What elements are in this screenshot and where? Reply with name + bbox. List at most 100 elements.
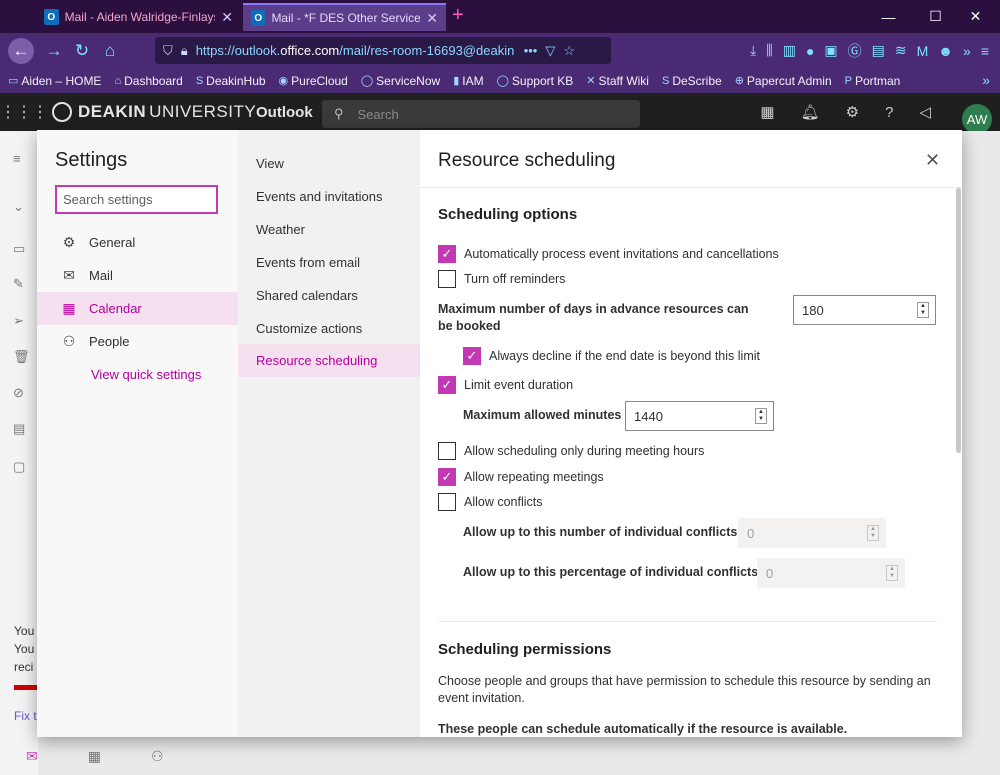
reload-icon[interactable]: ↻ [68,41,96,61]
my-day-icon[interactable]: ▦ [760,103,774,121]
background-link: Fix t [14,709,37,723]
maximize-button[interactable]: ☐ [913,0,958,33]
app-search-box[interactable]: ⚲ Search [322,100,640,128]
bookmark-item[interactable]: ◯ ServiceNow [361,74,440,88]
gear-icon[interactable]: ⚙ [846,103,859,121]
bookmark-star-icon[interactable]: ☆ [563,43,575,59]
extension-icon[interactable]: ☻ [938,43,953,59]
bookmark-item[interactable]: ◯ Support KB [497,74,574,88]
bookmark-item[interactable]: S DeScribe [662,74,722,88]
conflicts-count-stepper[interactable]: 0 ▲ ▼ [738,518,886,548]
chevron-down-icon: ⌄ [13,199,24,214]
subcategory-weather[interactable]: Weather [238,213,420,246]
bell-icon[interactable]: 🔔︎ [801,103,820,121]
category-people[interactable]: ⚇ People [37,325,238,358]
max-days-stepper[interactable]: 180 ▲ ▼ [793,295,936,325]
extension-icon[interactable]: M [917,43,929,59]
stepper-arrows-icon[interactable]: ▲ ▼ [867,525,879,541]
repeating-meetings-checkbox[interactable]: ✓ Allow repeating meetings [438,468,604,486]
back-arrow-icon[interactable]: ← [8,37,34,64]
overflow-icon[interactable]: » [963,43,971,59]
outlook-icon: O [251,10,266,26]
extension-icon[interactable]: ▣ [824,42,837,59]
background-text: You [14,642,35,656]
bookmark-item[interactable]: ▭ Aiden – HOME [8,74,101,88]
bookmark-item[interactable]: ▮ IAM [453,74,483,88]
meeting-hours-checkbox[interactable]: Allow scheduling only during meeting hou… [438,442,704,460]
checkbox-label: Allow conflicts [464,495,543,509]
category-label: Mail [89,268,113,283]
subcategory-view[interactable]: View [238,147,420,180]
download-icon[interactable]: ⤓ [750,42,756,59]
close-tab-icon[interactable]: ✕ [426,10,438,27]
feedback-icon[interactable]: ◁ [919,103,931,121]
calendar-icon: ▦ [62,300,76,316]
subcategory-resource-scheduling[interactable]: Resource scheduling [238,344,420,377]
bookmarks-overflow-icon[interactable]: » [982,72,990,88]
browser-tab-mail[interactable]: O Mail - Aiden Walridge-Finlayson ✕ [36,3,241,31]
extension-icon[interactable]: ▤ [872,42,885,59]
allow-conflicts-checkbox[interactable]: Allow conflicts [438,493,543,511]
view-quick-settings-link[interactable]: View quick settings [91,367,201,382]
extension-icon[interactable]: ● [806,43,814,59]
avatar[interactable]: AW [962,104,992,134]
checkbox-box: ✓ [438,376,456,394]
home-icon[interactable]: ⌂ [96,41,124,61]
bookmark-item[interactable]: ◉ PureCloud [279,74,348,88]
checkbox-label: Automatically process event invitations … [464,247,779,261]
bookmark-item[interactable]: P Portman [845,74,901,88]
bookmarks-bar: ▭ Aiden – HOME ⌂ Dashboard S DeakinHub ◉ Pur… [0,68,1000,93]
scrollbar[interactable] [956,188,961,453]
close-tab-icon[interactable]: ✕ [221,9,233,26]
browser-tab-service-desk[interactable]: O Mail - *F DES Other Service Desk ✕ [243,3,446,31]
grammarly-icon[interactable]: Ⓖ [848,41,862,61]
limit-duration-checkbox[interactable]: ✓ Limit event duration [438,376,573,394]
globe-icon: ⊕ [734,75,744,87]
close-icon[interactable]: ✕ [925,150,940,171]
bookmark-item[interactable]: ⌂ Dashboard [114,74,182,88]
auto-process-checkbox[interactable]: ✓ Automatically process event invitation… [438,245,779,263]
people-icon: ⚇ [62,333,76,349]
category-general[interactable]: ⚙ General [37,226,238,259]
stepper-arrows-icon[interactable]: ▲ ▼ [886,565,898,581]
category-mail[interactable]: ✉ Mail [37,259,238,292]
lock-icon: 🔒︎ [180,42,188,58]
checkbox-box [438,493,456,511]
sidebar-icon[interactable]: ▥ [783,42,796,59]
subcategory-events-from-email[interactable]: Events from email [238,246,420,279]
header-icons: ▦ 🔔︎ ⚙ ? ◁ [747,93,944,131]
checkbox-label: Limit event duration [464,378,574,392]
turn-off-reminders-checkbox[interactable]: Turn off reminders [438,270,565,288]
pocket-icon[interactable]: ▽ [545,43,555,59]
category-calendar[interactable]: ▦ Calendar [37,292,238,325]
new-tab-button[interactable]: + [452,4,464,27]
pencil-icon: ✎ [13,276,24,291]
always-decline-checkbox[interactable]: ✓ Always decline if the end date is beyo… [463,347,760,365]
conflicts-percentage-stepper[interactable]: 0 ▲ ▼ [757,558,905,588]
max-minutes-stepper[interactable]: 1440 ▲ ▼ [625,401,774,431]
note-icon: ▢ [13,459,26,474]
stepper-arrows-icon[interactable]: ▲ ▼ [917,302,929,318]
menu-icon[interactable]: ≡ [981,43,989,59]
settings-search-input[interactable] [55,185,218,214]
settings-dialog: Settings ⚙ General ✉ Mail ▦ Calendar ⚇ P… [37,130,962,737]
bookmark-item[interactable]: ✕ Staff Wiki [586,74,649,88]
app-launcher-icon[interactable]: ⋮⋮⋮ [0,102,48,122]
app-name: Outlook [256,104,313,121]
subcategory-events-and-invitations[interactable]: Events and invitations [238,180,420,213]
browser-tab-bar: O Mail - Aiden Walridge-Finlayson ✕ O Ma… [0,0,1000,33]
bookmark-item[interactable]: S DeakinHub [196,74,266,88]
help-icon[interactable]: ? [885,104,893,121]
search-placeholder: Search [357,106,399,122]
bookmark-item[interactable]: ⊕ Papercut Admin [735,74,832,88]
library-icon[interactable]: ⫼ [766,42,772,59]
minimize-button[interactable]: — [866,0,911,33]
subcategory-shared-calendars[interactable]: Shared calendars [238,279,420,312]
forward-arrow-icon[interactable]: → [40,41,68,61]
page-actions-icon[interactable]: ••• [524,43,538,58]
subcategory-customize-actions[interactable]: Customize actions [238,312,420,345]
extension-icon[interactable]: ≋ [895,42,907,59]
close-window-button[interactable]: ✕ [953,0,998,33]
stepper-arrows-icon[interactable]: ▲ ▼ [755,408,767,424]
url-bar[interactable]: ⛉ 🔒︎ https://outlook.office.com/mail/res… [155,37,611,64]
